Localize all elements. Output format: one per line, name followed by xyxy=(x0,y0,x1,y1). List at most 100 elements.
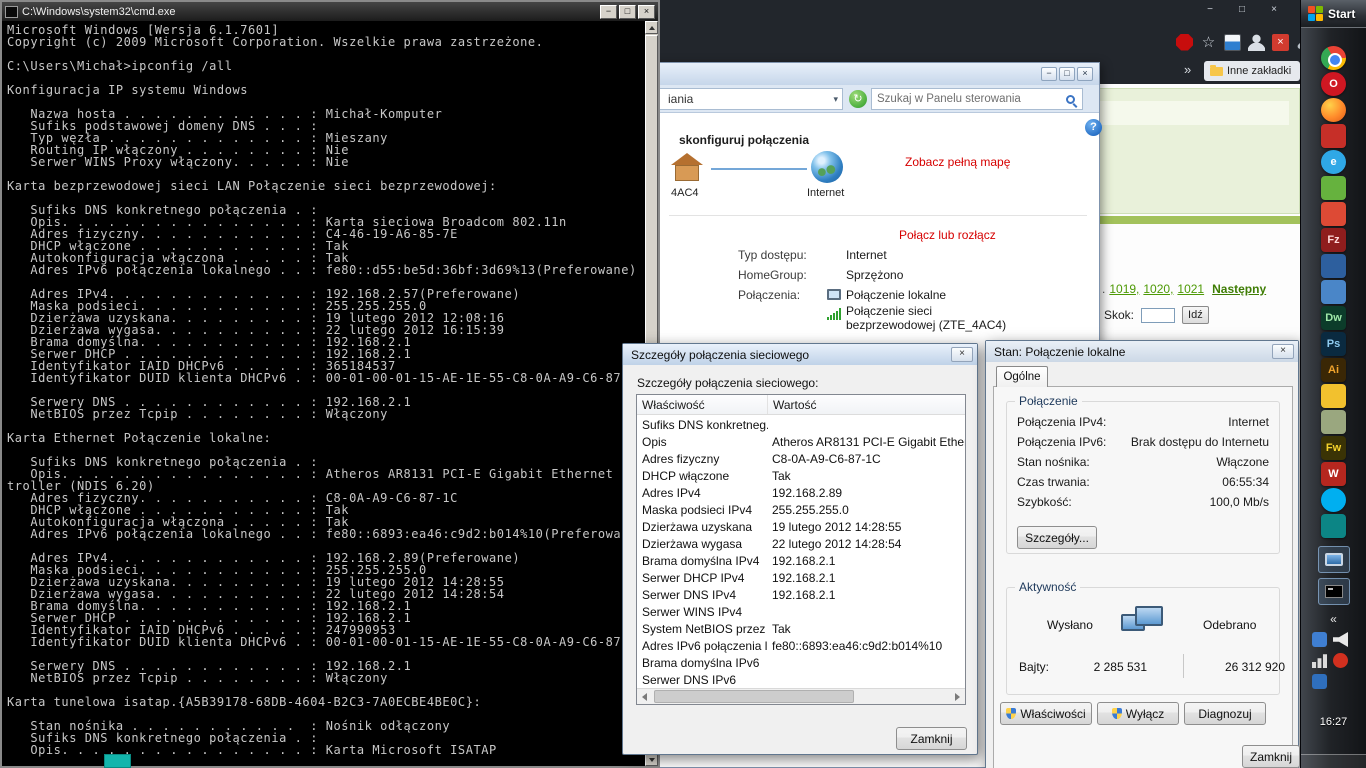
tray-update-icon[interactable] xyxy=(1312,632,1327,647)
control-panel-search-input[interactable]: Szukaj w Panelu sterowania xyxy=(871,88,1083,110)
extension-red-icon[interactable]: × xyxy=(1272,33,1289,51)
taskbar-open-window-display[interactable] xyxy=(1318,546,1350,573)
show-desktop-button[interactable] xyxy=(1301,754,1366,768)
cmd-maximize-button[interactable]: □ xyxy=(619,4,636,19)
tray-antivirus-icon[interactable] xyxy=(1333,653,1348,668)
hscrollbar-thumb[interactable] xyxy=(654,690,854,703)
minimize-button[interactable]: − xyxy=(1041,67,1057,81)
opera-icon[interactable]: O xyxy=(1321,72,1346,96)
photoshop-icon[interactable]: Ps xyxy=(1321,332,1346,356)
word-red-icon[interactable]: W xyxy=(1321,462,1346,486)
adblock-plus-icon[interactable] xyxy=(1176,33,1193,51)
yellow-app-icon[interactable] xyxy=(1321,384,1346,408)
chrome-icon[interactable] xyxy=(1321,46,1346,70)
table-row[interactable]: Brama domyślna IPv4 192.168.2.1 xyxy=(637,552,965,569)
properties-button[interactable]: Właściwości xyxy=(1000,702,1092,725)
teal-app-icon[interactable] xyxy=(1321,514,1346,538)
column-header-value[interactable]: Wartość xyxy=(768,395,965,414)
profile-icon[interactable] xyxy=(1248,33,1265,51)
start-button[interactable]: Start xyxy=(1301,0,1366,28)
page-link[interactable]: 1019, xyxy=(1109,282,1139,296)
browser-close-button[interactable]: × xyxy=(1264,3,1284,16)
table-row[interactable]: Sufiks DNS konkretneg... xyxy=(637,416,965,433)
column-header-property[interactable]: Właściwość xyxy=(637,395,768,414)
table-row[interactable]: Serwer DHCP IPv4 192.168.2.1 xyxy=(637,569,965,586)
blue-app-2-icon[interactable] xyxy=(1321,280,1346,304)
dialog-close-button[interactable]: × xyxy=(1272,344,1294,359)
screenshot-extension-icon[interactable] xyxy=(1224,33,1241,51)
table-row[interactable]: Dzierżawa uzyskana 19 lutego 2012 14:28:… xyxy=(637,518,965,535)
bookmarks-overflow-chevron[interactable]: » xyxy=(1184,62,1191,77)
red-app-icon[interactable] xyxy=(1321,124,1346,148)
table-row[interactable]: Adres fizyczny C8-0A-A9-C6-87-1C xyxy=(637,450,965,467)
table-row[interactable]: DHCP włączone Tak xyxy=(637,467,965,484)
details-button[interactable]: Szczegóły... xyxy=(1017,526,1097,549)
breadcrumb-dropdown-icon[interactable]: ▾ xyxy=(833,94,842,105)
taskbar-clock[interactable]: 16:27 xyxy=(1301,716,1366,728)
browser-minimize-button[interactable]: − xyxy=(1200,3,1220,16)
disable-button[interactable]: Wyłącz xyxy=(1097,702,1179,725)
next-page-link[interactable]: Następny xyxy=(1212,282,1266,296)
wifi-connection-link-line1[interactable]: Połączenie sieci xyxy=(846,304,932,318)
red-app-2-icon[interactable] xyxy=(1321,202,1346,226)
help-icon[interactable]: ? xyxy=(1085,119,1102,136)
network-node-icon[interactable] xyxy=(671,153,703,181)
table-row[interactable]: Opis Atheros AR8131 PCI-E Gigabit Ethern… xyxy=(637,433,965,450)
dreamweaver-icon[interactable]: Dw xyxy=(1321,306,1346,330)
table-row[interactable]: Brama domyślna IPv6 xyxy=(637,654,965,671)
tray-network-icon[interactable] xyxy=(1312,654,1327,668)
bookmark-star-icon[interactable]: ☆ xyxy=(1200,34,1217,51)
scroll-up-arrow[interactable] xyxy=(645,21,658,34)
internet-explorer-icon[interactable]: e xyxy=(1321,150,1346,174)
address-breadcrumb[interactable]: iania ▾ xyxy=(641,88,843,110)
fireworks-icon[interactable]: Fw xyxy=(1321,436,1346,460)
dialog-titlebar[interactable]: Stan: Połączenie lokalne × xyxy=(986,341,1298,362)
lan-connection-link[interactable]: Połączenie lokalne xyxy=(846,288,946,302)
cmd-minimize-button[interactable]: − xyxy=(600,4,617,19)
firefox-icon[interactable] xyxy=(1321,98,1346,122)
show-hidden-icons-chevron[interactable]: « xyxy=(1301,612,1366,626)
connect-disconnect-link[interactable]: Połącz lub rozłącz xyxy=(899,228,996,242)
scroll-right-arrow[interactable] xyxy=(949,689,965,704)
see-full-map-link[interactable]: Zobacz pełną mapę xyxy=(905,155,1010,169)
table-row[interactable]: Maska podsieci IPv4 255.255.255.0 xyxy=(637,501,965,518)
diagnose-button[interactable]: Diagnozuj xyxy=(1184,702,1266,725)
table-row[interactable]: System NetBIOS przez T... Tak xyxy=(637,620,965,637)
table-row[interactable]: Adres IPv6 połączenia l... fe80::6893:ea… xyxy=(637,637,965,654)
status-close-button[interactable]: Zamknij xyxy=(1242,745,1300,768)
olive-app-icon[interactable] xyxy=(1321,410,1346,434)
table-row[interactable]: Dzierżawa wygasa 22 lutego 2012 14:28:54 xyxy=(637,535,965,552)
cmd-titlebar[interactable]: C:\Windows\system32\cmd.exe − □ × xyxy=(2,2,658,21)
tab-general[interactable]: Ogólne xyxy=(996,366,1048,387)
go-button[interactable]: Idź xyxy=(1182,306,1209,324)
filezilla-icon[interactable]: Fz xyxy=(1321,228,1346,252)
skype-icon[interactable] xyxy=(1321,488,1346,512)
browser-maximize-button[interactable]: □ xyxy=(1232,3,1252,16)
blue-app-icon[interactable] xyxy=(1321,254,1346,278)
homegroup-status-link[interactable]: Sprzężono xyxy=(846,268,903,282)
illustrator-icon[interactable]: Ai xyxy=(1321,358,1346,382)
table-row[interactable]: Serwer WINS IPv4 xyxy=(637,603,965,620)
horizontal-scrollbar[interactable] xyxy=(637,688,965,704)
dialog-close-button[interactable]: × xyxy=(951,347,973,362)
close-button[interactable]: × xyxy=(1077,67,1093,81)
jump-page-input[interactable] xyxy=(1141,307,1176,323)
table-row[interactable]: Adres IPv4 192.168.2.89 xyxy=(637,484,965,501)
scroll-left-arrow[interactable] xyxy=(637,689,653,704)
taskbar-open-window-cmd[interactable] xyxy=(1318,578,1350,605)
page-link[interactable]: 1021 xyxy=(1177,282,1204,296)
table-row[interactable]: Serwer DNS IPv6 xyxy=(637,671,965,687)
cmd-close-button[interactable]: × xyxy=(638,4,655,19)
table-row[interactable]: Serwer DNS IPv4 192.168.2.1 xyxy=(637,586,965,603)
dialog-titlebar[interactable]: Szczegóły połączenia sieciowego × xyxy=(623,344,977,365)
page-link[interactable]: 1020, xyxy=(1143,282,1173,296)
internet-globe-icon[interactable] xyxy=(811,151,843,183)
wifi-connection-link-line2[interactable]: bezprzewodowej (ZTE_4AC4) xyxy=(846,318,1006,332)
tray-volume-icon[interactable] xyxy=(1333,632,1348,647)
green-app-icon[interactable] xyxy=(1321,176,1346,200)
refresh-icon[interactable]: ↻ xyxy=(849,90,867,108)
maximize-button[interactable]: □ xyxy=(1059,67,1075,81)
other-bookmarks-button[interactable]: Inne zakładki xyxy=(1204,61,1300,81)
list-header[interactable]: Właściwość Wartość xyxy=(637,395,965,415)
window-titlebar[interactable]: − □ × xyxy=(599,63,1099,85)
